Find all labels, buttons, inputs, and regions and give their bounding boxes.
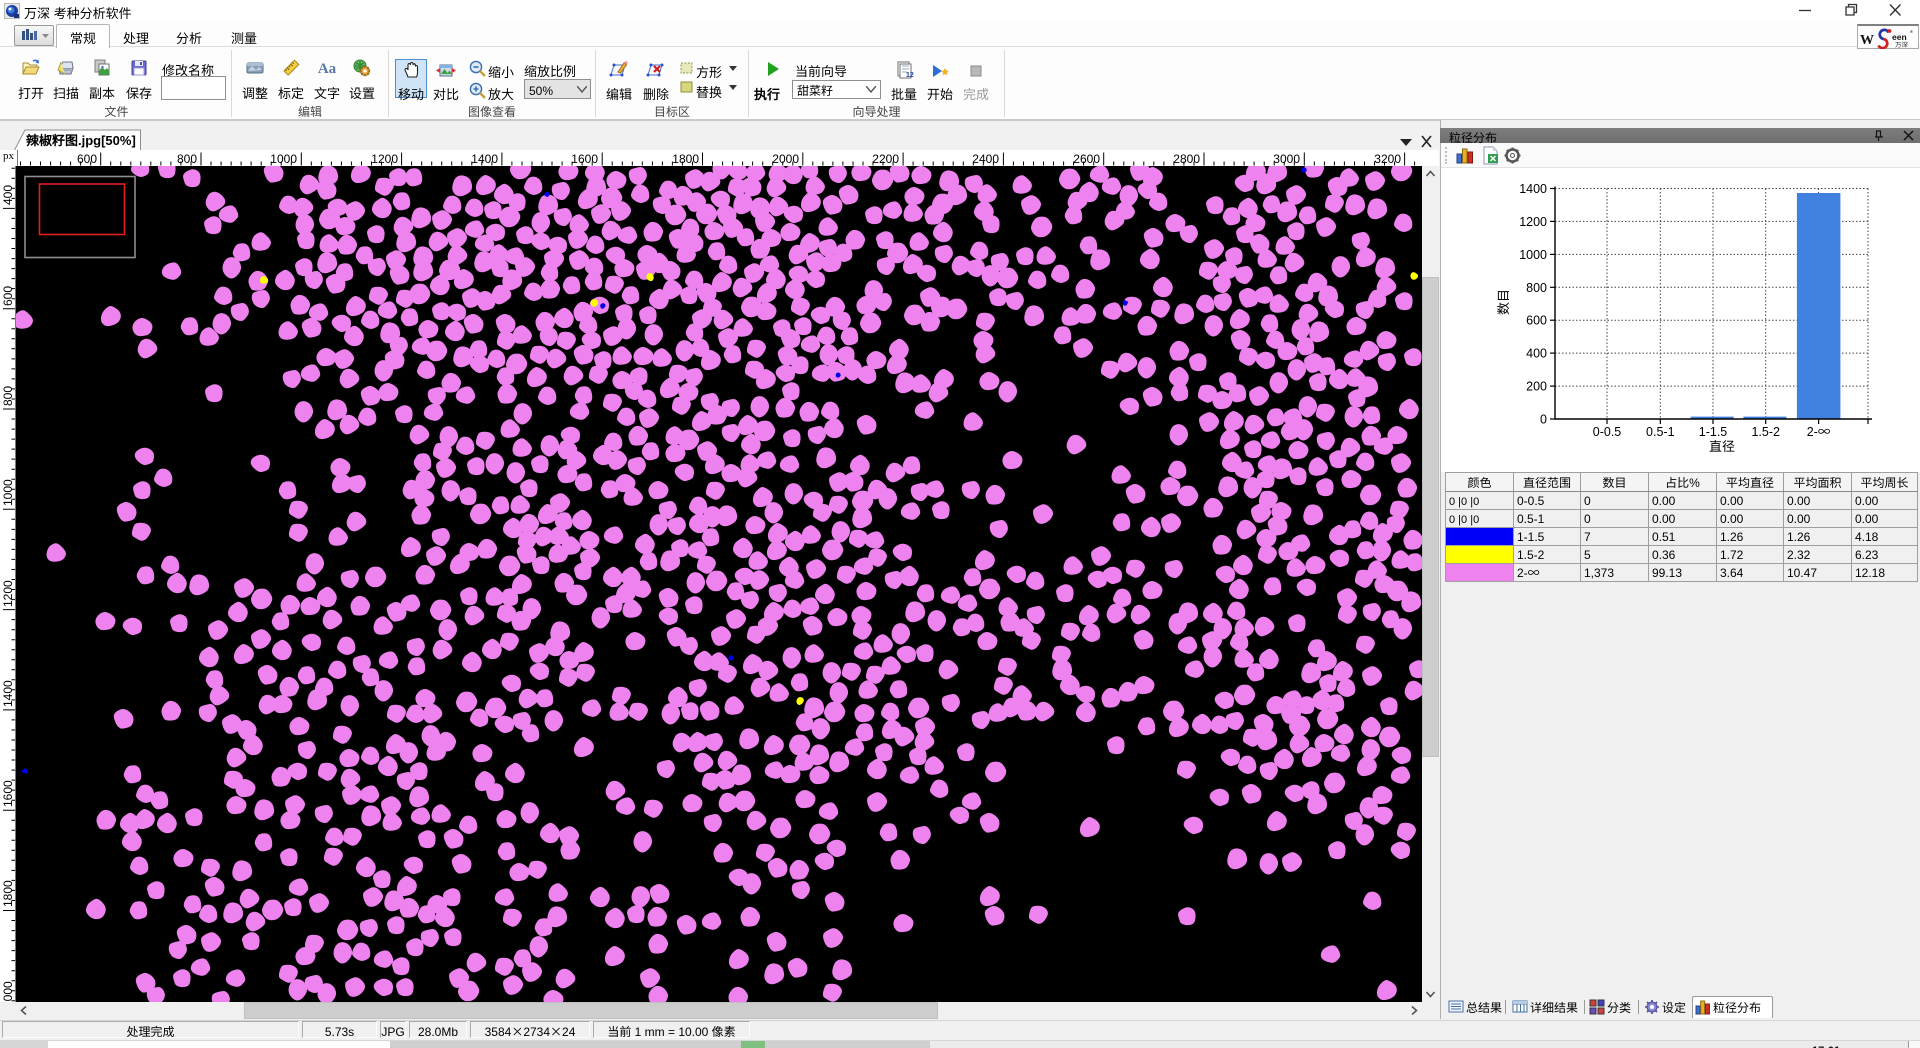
svg-text:®: ® [1910, 28, 1913, 37]
svg-text:0: 0 [1540, 409, 1547, 428]
svg-text:800: 800 [1526, 277, 1547, 296]
svg-text:1200: 1200 [1519, 211, 1547, 230]
svg-text:辣椒籽图.jpg[50%]: 辣椒籽图.jpg[50%] [26, 130, 136, 149]
svg-text:0.5-1: 0.5-1 [1646, 421, 1675, 440]
svg-text:数目: 数目 [1493, 289, 1512, 315]
svg-text:12: 12 [906, 70, 914, 80]
svg-text:1400: 1400 [1519, 178, 1547, 197]
svg-text:万深: 万深 [1895, 39, 1909, 49]
svg-text:200: 200 [1526, 376, 1547, 395]
svg-text:Aa: Aa [318, 61, 337, 77]
svg-text:0-0.5: 0-0.5 [1593, 421, 1622, 440]
svg-text:400: 400 [1526, 343, 1547, 362]
svg-text:1.5-2: 1.5-2 [1751, 421, 1780, 440]
svg-text:2-∞: 2-∞ [1807, 421, 1831, 440]
svg-text:600: 600 [1526, 310, 1547, 329]
svg-text:W: W [1860, 33, 1874, 48]
svg-text:1000: 1000 [1519, 244, 1547, 263]
svg-text:直径: 直径 [1709, 436, 1735, 455]
